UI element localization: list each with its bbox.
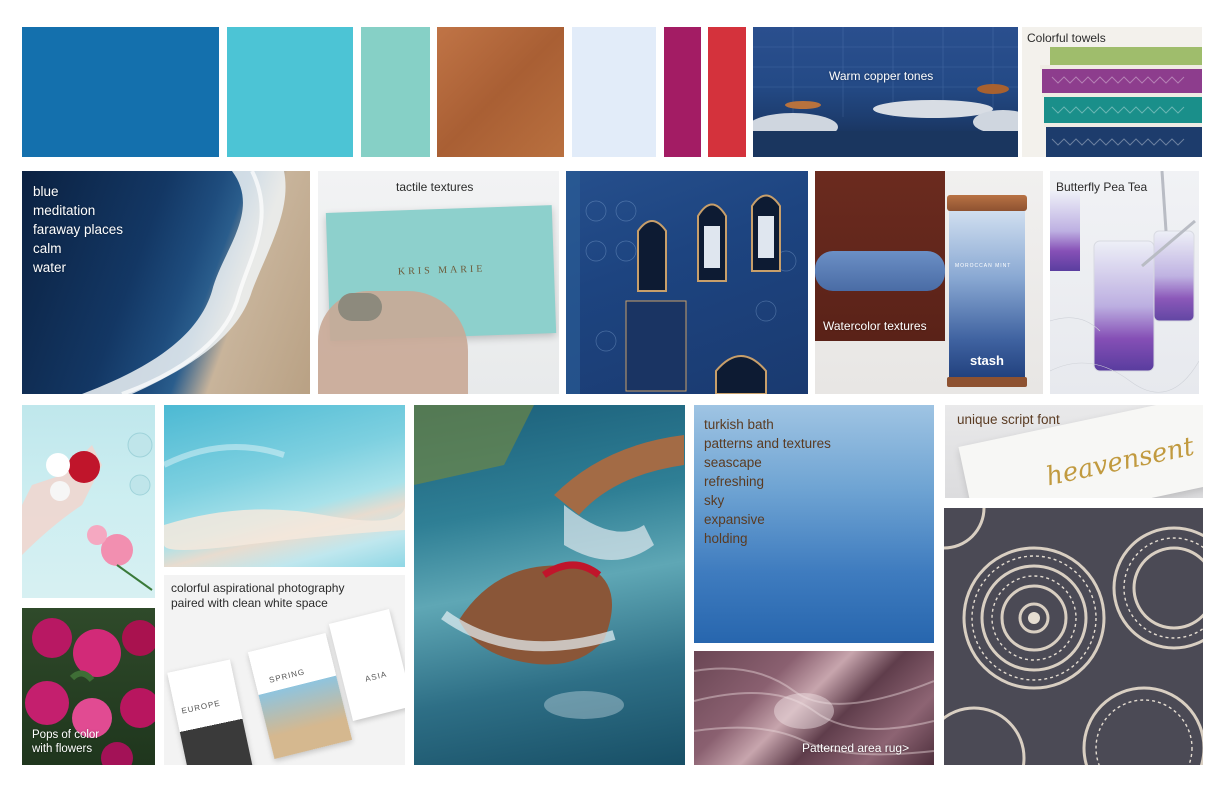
aspirational-line: colorful aspirational photography [171,581,345,595]
hand-flowers-photo [22,405,155,598]
swatch-pale-blue [572,27,656,157]
rolled-tins [815,251,945,291]
script-font-card-photo: heavensent unique script font [945,405,1203,498]
patterned-rug-photo: Patterned area rug> [694,651,934,765]
tea-tin: MOROCCAN MINT stash [947,195,1027,387]
booklet-label: EUROPE [180,698,222,716]
towel-stack-illustration [1040,47,1202,157]
booklet-label: SPRING [268,667,307,685]
caption-ocean-words: blue meditation faraway places calm wate… [33,182,123,277]
swatch-deep-blue [22,27,219,157]
caption-tactile-textures: tactile textures [396,180,474,194]
copper-bath-photo: Warm copper tones [753,27,1018,157]
turkish-word: turkish bath [704,417,774,432]
mosque-tilework-photo [566,171,808,394]
turkish-word: holding [704,531,748,546]
hand-flowers-illustration [22,432,153,591]
glasses-illustration [1050,171,1199,393]
caption-watercolor-textures: Watercolor textures [823,319,927,333]
turkish-word: expansive [704,512,765,527]
bath-illustration [753,27,1018,157]
aspirational-photography-photo: colorful aspirational photography paired… [164,575,405,765]
mosque-windows-illustration [566,171,797,394]
caption-warm-copper: Warm copper tones [829,69,934,83]
ocean-word: water [33,260,67,275]
lagoon-aerial-photo [164,405,405,567]
business-card-name: KRIS MARIE [397,263,486,278]
peonies-photo: Pops of color with flowers [22,608,155,765]
turkish-word: sky [704,493,725,508]
turkish-word: patterns and textures [704,436,831,451]
swimmer-illustration [414,405,684,719]
ocean-aerial-photo: blue meditation faraway places calm wate… [22,171,310,394]
ocean-word: meditation [33,203,96,218]
swatch-seafoam [361,27,430,157]
colorful-towels-photo: Colorful towels [1022,27,1202,157]
aspirational-line: paired with clean white space [171,596,328,610]
swimmer-photo [414,405,685,765]
tactile-textures-photo: KRIS MARIE tactile textures [318,171,559,394]
turkish-word: seascape [704,455,762,470]
caption-turkish-words: turkish bath patterns and textures seasc… [704,415,831,548]
sandbar-illustration [164,444,405,550]
tea-tin-photo: MOROCCAN MINT stash Watercolor textures [815,171,1043,394]
tea-tin-base [947,377,1027,387]
tea-brand: stash [970,353,1004,368]
pops-line: with flowers [32,743,93,755]
swatch-red [708,27,746,157]
pops-line: Pops of color [32,729,100,741]
caption-butterfly-pea: Butterfly Pea Tea [1056,180,1148,194]
butterfly-pea-tea-photo: Butterfly Pea Tea [1050,171,1199,394]
swatch-turquoise [227,27,353,157]
turkish-word: refreshing [704,474,765,489]
swatch-copper-leather [437,27,564,157]
ocean-word: blue [33,184,59,199]
ocean-word: faraway places [33,222,124,237]
booklet-label: ASIA [364,669,388,684]
fingernail [338,293,382,321]
booklet-europe: EUROPE [167,659,253,765]
ocean-word: calm [33,241,62,256]
caption-patterned-rug: Patterned area rug> [802,741,910,755]
caption-script-font: unique script font [957,412,1060,427]
swatch-magenta [664,27,701,157]
tea-tin-lid [947,195,1027,211]
tea-tin-label: MOROCCAN MINT [955,263,1012,269]
caption-aspirational: colorful aspirational photography paired… [171,581,344,611]
caption-colorful-towels: Colorful towels [1027,31,1106,45]
mosaic-illustration [944,508,1203,765]
caption-pops-of-color: Pops of color with flowers [32,728,99,756]
mosaic-pattern-photo [944,508,1203,765]
sky-seascape-photo: turkish bath patterns and textures seasc… [694,405,934,643]
